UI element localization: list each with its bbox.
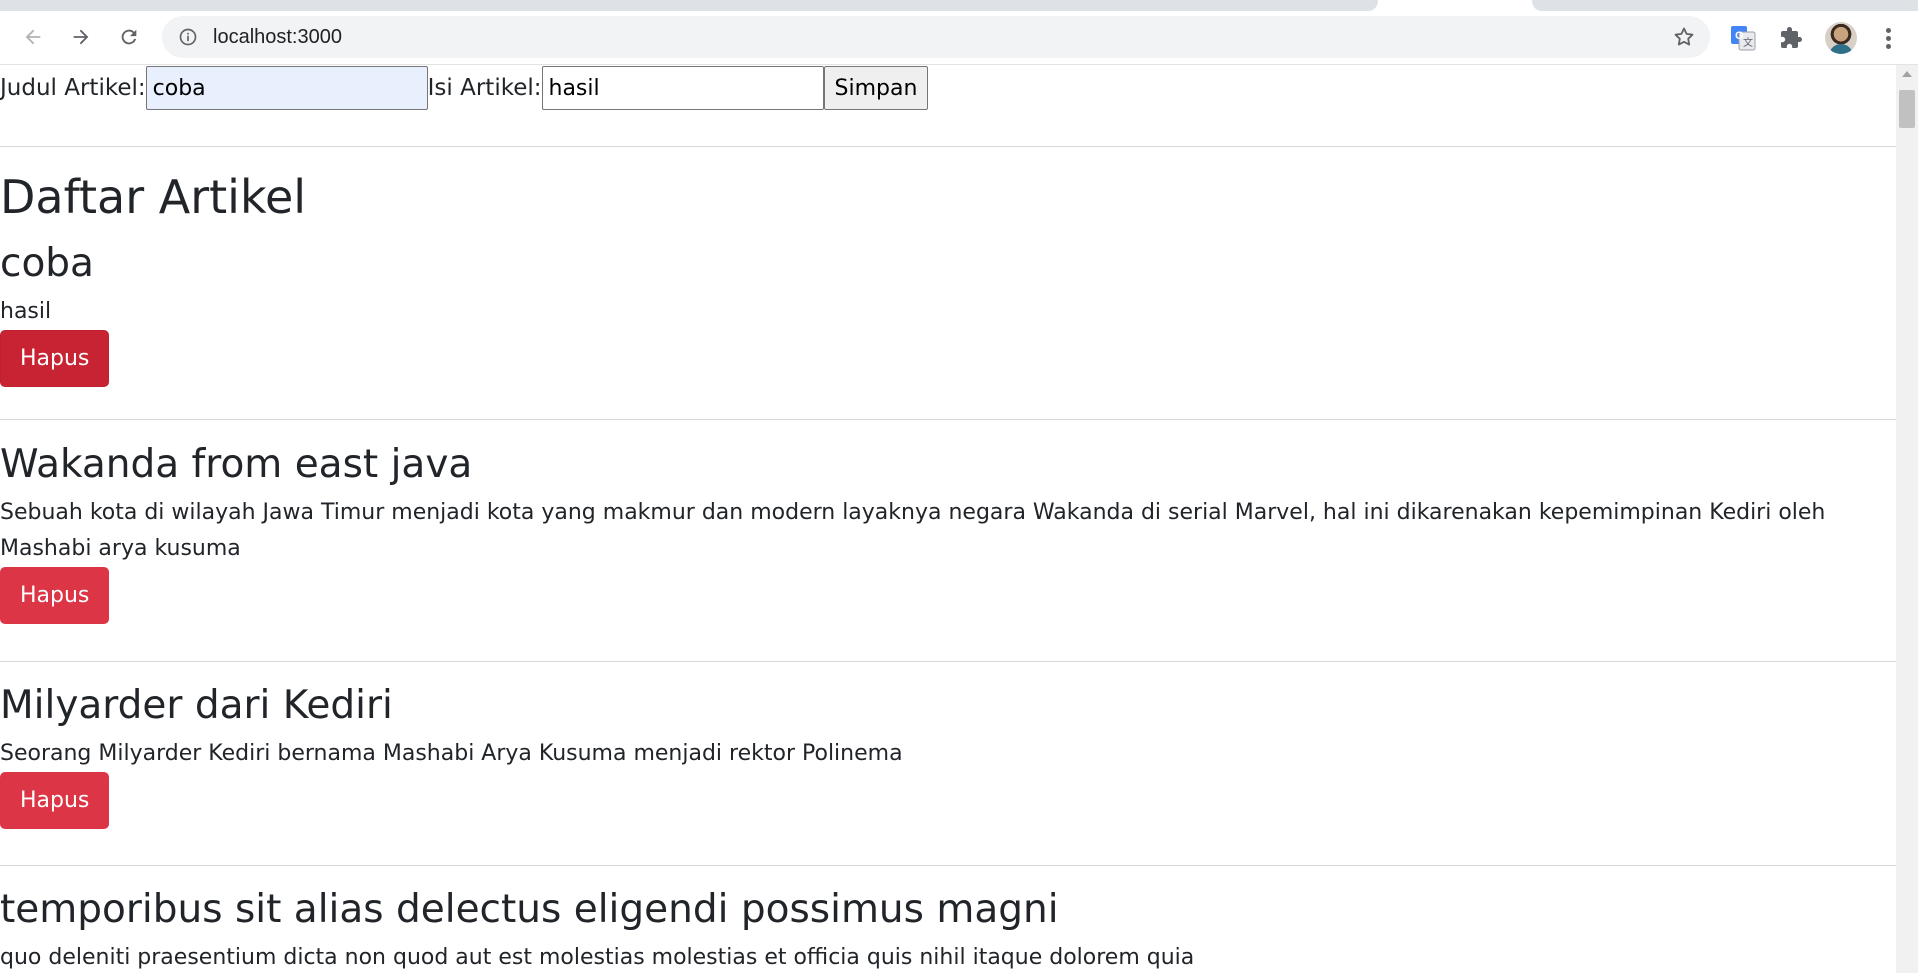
scrollbar-thumb[interactable] — [1899, 90, 1915, 128]
article-item: Wakanda from east java Sebuah kota di wi… — [0, 442, 1896, 624]
article-form: Judul Artikel: Isi Artikel: Simpan — [0, 65, 929, 111]
article-item: temporibus sit alias delectus eligendi p… — [0, 887, 1896, 973]
reload-button[interactable] — [114, 22, 144, 52]
divider — [0, 419, 1896, 420]
menu-dot — [1885, 43, 1891, 49]
article-item: Milyarder dari Kediri Seorang Milyarder … — [0, 683, 1896, 829]
inactive-tab-left[interactable] — [0, 0, 1378, 11]
article-body: hasil — [0, 298, 52, 324]
back-arrow-icon — [25, 29, 41, 45]
star-icon[interactable] — [1672, 25, 1696, 49]
menu-dot — [1885, 35, 1891, 41]
hapus-button[interactable]: Hapus — [0, 771, 110, 829]
page-title: Daftar Artikel — [0, 170, 307, 224]
address-bar[interactable]: localhost:3000 — [162, 16, 1710, 58]
info-icon[interactable] — [178, 27, 198, 47]
divider — [0, 146, 1896, 147]
profile-avatar[interactable] — [1825, 22, 1857, 54]
article-title: temporibus sit alias delectus eligendi p… — [0, 887, 1059, 932]
article-title: coba — [0, 241, 94, 286]
vertical-scrollbar[interactable] — [1896, 65, 1918, 973]
isi-input[interactable] — [541, 66, 824, 110]
article-body: Sebuah kota di wilayah Jawa Timur menjad… — [0, 499, 1826, 561]
hapus-button[interactable]: Hapus — [0, 566, 110, 624]
judul-input[interactable] — [145, 66, 428, 110]
isi-label: Isi Artikel: — [427, 75, 542, 101]
menu-dots-icon[interactable] — [1878, 24, 1898, 52]
judul-label: Judul Artikel: — [0, 75, 146, 101]
tab-strip — [0, 0, 1918, 11]
url-text[interactable]: localhost:3000 — [213, 26, 342, 48]
browser-toolbar: localhost:3000 G 文 — [0, 11, 1918, 65]
article-title: Milyarder dari Kediri — [0, 683, 393, 728]
forward-arrow-icon — [73, 29, 89, 45]
scroll-up-arrow-icon[interactable] — [1902, 71, 1912, 77]
article-item: coba hasil Hapus — [0, 241, 1896, 387]
extensions-button[interactable] — [1777, 24, 1805, 52]
back-button[interactable] — [18, 22, 48, 52]
puzzle-extension-icon — [1781, 27, 1802, 48]
simpan-button[interactable]: Simpan — [823, 66, 929, 110]
article-body: Seorang Milyarder Kediri bernama Mashabi… — [0, 740, 903, 766]
divider — [0, 661, 1896, 662]
forward-button[interactable] — [66, 22, 96, 52]
reload-icon — [121, 29, 137, 45]
inactive-tab-right[interactable] — [1532, 0, 1918, 11]
svg-text:文: 文 — [1743, 36, 1753, 49]
article-title: Wakanda from east java — [0, 442, 473, 487]
hapus-button[interactable]: Hapus — [0, 329, 110, 387]
translate-icon: G 文 — [1731, 26, 1756, 51]
article-body: quo deleniti praesentium dicta non quod … — [0, 944, 1195, 970]
menu-dot — [1885, 27, 1891, 33]
divider — [0, 865, 1896, 866]
avatar-shirt — [1829, 44, 1853, 54]
translate-extension[interactable]: G 文 — [1729, 24, 1757, 52]
page-viewport: Judul Artikel: Isi Artikel: Simpan Dafta… — [0, 65, 1896, 973]
